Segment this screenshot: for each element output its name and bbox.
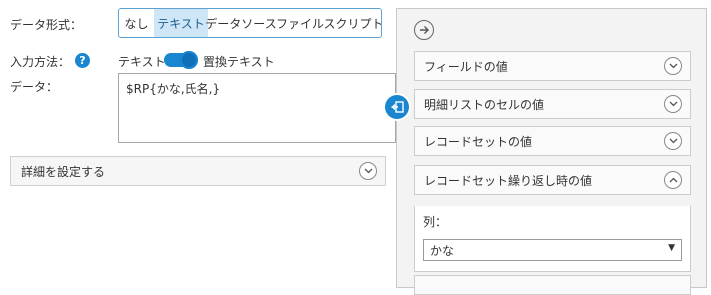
column-label: 列： — [423, 215, 448, 229]
format-option-datasource[interactable]: データソース — [205, 9, 276, 37]
section-label: レコードセットの値 — [424, 134, 533, 149]
insert-into-textarea-icon[interactable] — [385, 95, 409, 119]
format-option-file[interactable]: ファイル — [274, 9, 326, 37]
data-label: データ： — [10, 80, 59, 94]
chevron-down-icon[interactable] — [664, 57, 682, 75]
section-recordset-repeat-body: 列： かな ▼ — [414, 206, 691, 272]
toggle-replace-text-label: 置換テキスト — [203, 55, 275, 69]
arrow-right-circle-icon[interactable] — [414, 20, 434, 40]
data-format-label: データ形式： — [10, 18, 83, 32]
chevron-down-icon[interactable] — [664, 132, 682, 150]
help-icon[interactable]: ? — [75, 53, 90, 68]
section-recordset-value[interactable]: レコードセットの値 — [414, 126, 691, 156]
section-label: レコードセット繰り返し時の値 — [424, 173, 593, 188]
format-option-text[interactable]: テキスト — [154, 9, 208, 37]
section-label: 明細リストのセルの値 — [424, 97, 545, 112]
chevron-down-icon[interactable] — [664, 95, 682, 113]
input-method-label: 入力方法： — [10, 55, 71, 69]
dropdown-arrow-icon: ▼ — [668, 243, 675, 253]
format-option-none[interactable]: なし — [119, 9, 154, 37]
section-recordset-repeat-value[interactable]: レコードセット繰り返し時の値 — [414, 165, 691, 195]
column-select[interactable]: かな ▼ — [423, 239, 682, 261]
toggle-knob — [180, 51, 198, 69]
column-select-value: かな — [430, 243, 455, 258]
format-option-script[interactable]: スクリプト — [324, 9, 382, 37]
toggle-text-label: テキスト — [118, 55, 166, 69]
section-label: フィールドの値 — [424, 59, 508, 74]
insert-value-panel: フィールドの値 明細リストのセルの値 レコードセットの値 レコードセット繰り返し… — [396, 8, 707, 295]
details-accordion[interactable]: 詳細を設定する — [10, 156, 386, 186]
chevron-up-icon[interactable] — [664, 171, 682, 189]
details-label: 詳細を設定する — [21, 164, 106, 179]
data-textarea[interactable]: $RP{かな,氏名,} — [118, 73, 396, 143]
data-format-segmented-control: なし テキスト データソース ファイル スクリプト — [118, 8, 382, 38]
replace-text-toggle[interactable] — [164, 51, 198, 69]
section-detail-list-cell-value[interactable]: 明細リストのセルの値 — [414, 89, 691, 119]
chevron-down-icon[interactable] — [359, 162, 377, 180]
section-field-value[interactable]: フィールドの値 — [414, 51, 691, 81]
section-next-partial — [414, 275, 691, 295]
